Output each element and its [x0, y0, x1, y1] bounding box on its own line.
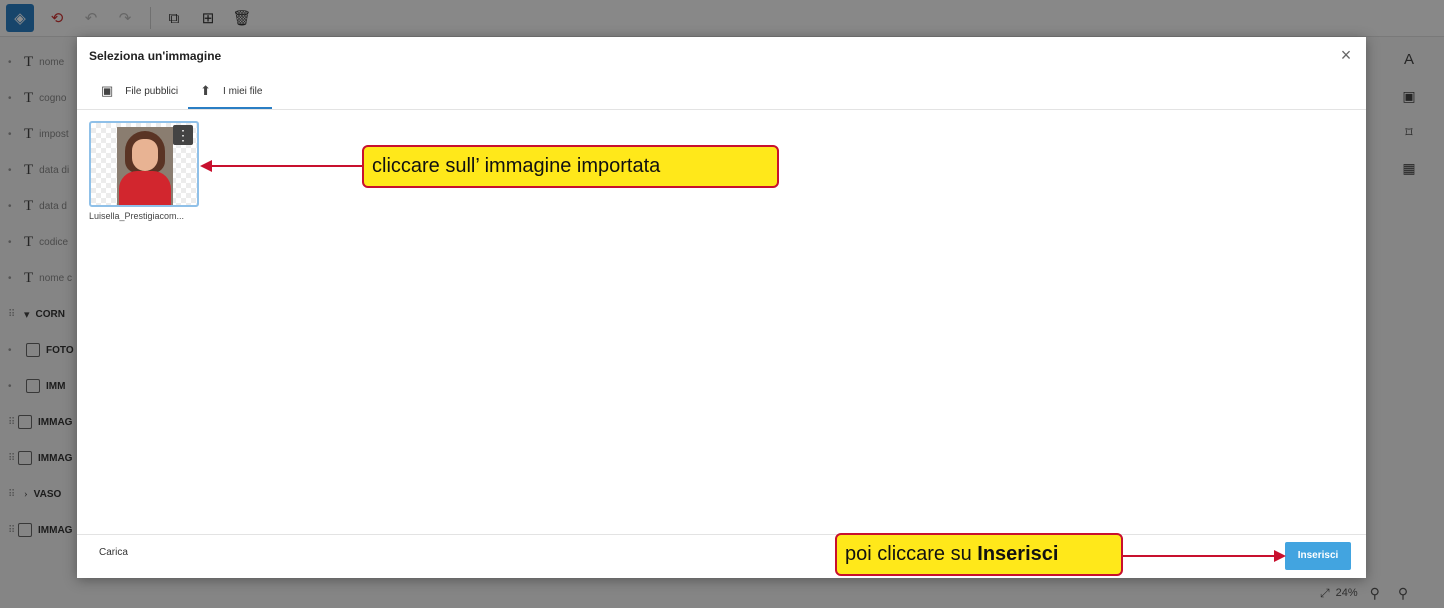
callout-text: poi cliccare su	[845, 543, 978, 565]
annotation-arrows	[200, 160, 1286, 562]
callout-bold-text: Inserisci	[977, 543, 1059, 565]
arrow-to-image	[200, 160, 362, 172]
instruction-callout-image: cliccare sull’ immagine importata	[362, 145, 779, 188]
callout-text: cliccare sull’ immagine importata	[372, 155, 661, 177]
instruction-callout-insert: poi cliccare su Inserisci	[835, 533, 1123, 576]
arrow-to-insert	[1123, 550, 1286, 562]
